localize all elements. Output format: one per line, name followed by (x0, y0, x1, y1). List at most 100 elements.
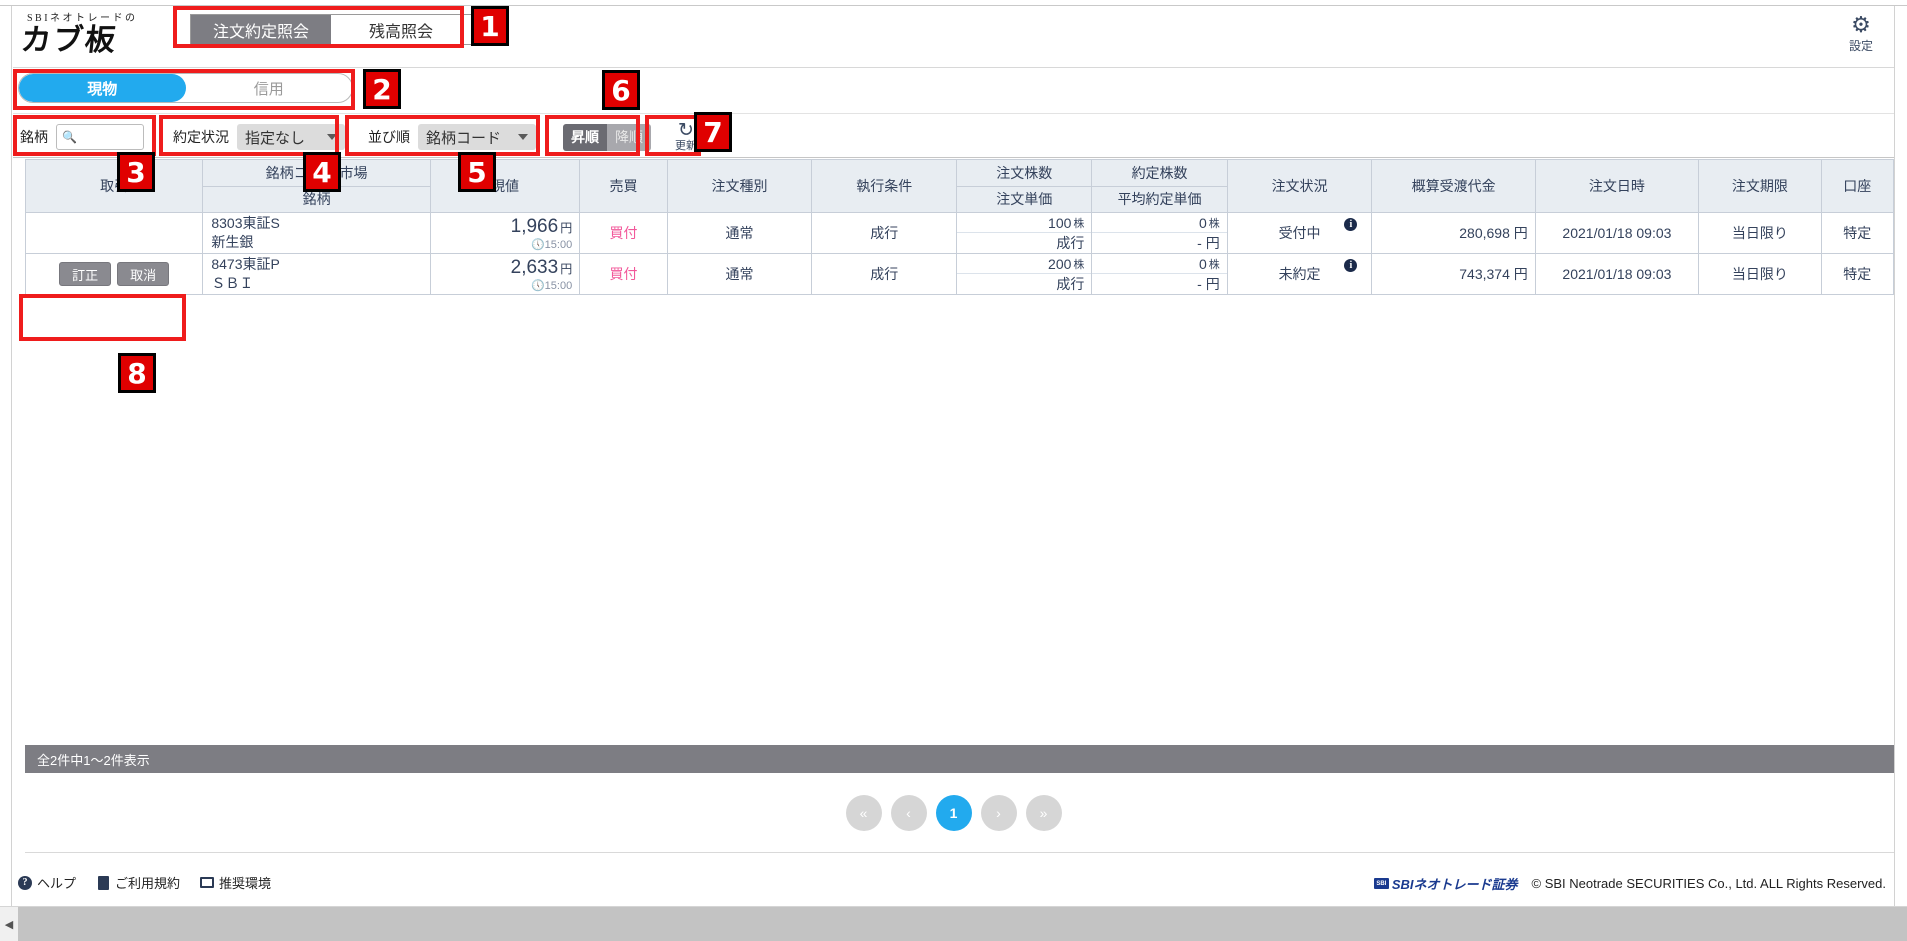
th-trade: 取引 (24, 159, 204, 213)
cell-exec-qty-price: 0株 - 円 (1091, 253, 1228, 295)
price-time-wrap: 🕔15:00 (531, 238, 572, 251)
pagination-first[interactable]: « (845, 795, 882, 831)
refresh-group: ↻ 更新 (665, 120, 707, 152)
status-filter-value: 指定なし (245, 129, 306, 147)
right-rail (1894, 6, 1907, 906)
exec-qty: 0 (1198, 255, 1207, 272)
footer-copyright-area: SBI SBIネオトレード証券 © SBI Neotrade SECURITIE… (1373, 874, 1886, 893)
orders-table: 取引 銘柄コード/市場 銘柄 現値 売買 注文種別 執行条件 注文株数 注文単価… (24, 159, 1895, 295)
cell-current-price: 1,966 円 🕔15:00 (429, 212, 581, 254)
side-value: 買付 (609, 266, 638, 282)
order-price: 成行 (1056, 235, 1085, 251)
stock-search-input[interactable] (79, 129, 138, 145)
th-order-datetime: 注文日時 (1534, 159, 1700, 213)
refresh-label: 更新 (675, 140, 697, 152)
cell-exec-qty-price: 0株 - 円 (1091, 212, 1228, 254)
refresh-button[interactable]: ↻ 更新 (665, 120, 707, 152)
cell-name: ＳＢＩ (211, 275, 254, 291)
pagination-last[interactable]: » (1025, 795, 1062, 831)
price-unit: 円 (560, 261, 573, 276)
order-qty-wrap: 100 株 (957, 213, 1092, 233)
cell-name: 新生銀 (211, 234, 254, 250)
status-filter-select[interactable]: 指定なし (237, 124, 345, 150)
th-avg-exec-price: 平均約定単価 (1117, 191, 1202, 208)
help-icon: ? (18, 875, 32, 890)
sort-filter-select[interactable]: 銘柄コード (418, 124, 536, 150)
table-row: 8303東証S 新生銀 1,966 円 🕔15:00 買付 通常 成行 100 … (24, 212, 1895, 254)
price-wrap: 2,633 円 🕔15:00 (431, 254, 579, 294)
cell-order-datetime: 2021/01/18 09:03 (1534, 253, 1700, 295)
segment-margin[interactable]: 信用 (186, 74, 353, 102)
code-name-wrap: 8473東証P ＳＢＩ (203, 254, 430, 294)
stock-filter-group: 銘柄 🔍 (20, 122, 144, 152)
cell-actions (24, 212, 204, 254)
price-time-wrap: 🕔15:00 (531, 279, 572, 292)
order-qty-unit: 株 (1073, 217, 1085, 230)
order-ascending-button[interactable]: 昇順 (563, 123, 607, 151)
th-order-qty-split: 注文株数 注文単価 (957, 160, 1092, 212)
page-header: SBIネオトレードの カブ板 注文約定照会 残高照会 ⚙ 設定 (13, 6, 1894, 68)
clock-icon: 🕔 (530, 238, 545, 251)
info-icon[interactable]: i (1344, 218, 1358, 231)
cell-order-qty-price: 100 株 成行 (956, 212, 1093, 254)
order-direction-group: 昇順 降順 (563, 122, 651, 152)
status-filter-group: 約定状況 指定なし (173, 122, 345, 152)
order-descending-button[interactable]: 降順 (607, 123, 651, 151)
exec-qty-wrap: 0株 (1092, 213, 1227, 233)
th-order-qty-price: 注文株数 注文単価 (956, 159, 1093, 213)
order-status-value: 未約定 (1278, 266, 1321, 282)
th-order-status: 注文状況 (1226, 159, 1373, 213)
th-exec-qty-price: 約定株数 平均約定単価 (1091, 159, 1228, 213)
order-qty-split: 100 株 成行 (957, 213, 1092, 253)
footer-link-terms[interactable]: ご利用規約 (96, 873, 180, 892)
cell-settlement-amount: 743,374 円 (1371, 253, 1536, 295)
cancel-order-button[interactable]: 取消 (117, 262, 170, 286)
pagination: « ‹ 1 › » (13, 773, 1894, 853)
logo-tagline: SBIネオトレードの (27, 13, 138, 24)
th-order-qty: 注文株数 (957, 160, 1092, 187)
price-time: 15:00 (544, 238, 573, 251)
clock-icon: 🕔 (530, 279, 545, 292)
exec-qty: 0 (1198, 214, 1207, 231)
exec-qty-split: 0株 - 円 (1092, 254, 1227, 294)
order-status-value: 受付中 (1278, 225, 1321, 241)
pagination-prev[interactable]: ‹ (890, 795, 927, 831)
price-value-wrap: 1,966 円 (511, 216, 573, 238)
footer-link-help[interactable]: ? ヘルプ (18, 873, 76, 892)
brand-logo: SBIネオトレードの カブ板 (19, 9, 191, 58)
content-bottom-divider (25, 852, 1894, 853)
edit-order-button[interactable]: 訂正 (59, 262, 112, 286)
settings-label: 設定 (1848, 39, 1873, 53)
th-order-expiry: 注文期限 (1698, 159, 1822, 213)
status-wrap: 受付中 i (1228, 213, 1372, 253)
cell-actions: 訂正 取消 (24, 253, 204, 295)
info-icon[interactable]: i (1344, 259, 1358, 272)
pagination-next[interactable]: › (980, 795, 1017, 831)
product-type-region: 現物 信用 (13, 68, 1894, 113)
tab-order-inquiry[interactable]: 注文約定照会 (191, 15, 331, 44)
status-filter-label: 約定状況 (173, 129, 229, 145)
settings-button[interactable]: ⚙ 設定 (1838, 14, 1884, 54)
cell-order-expiry: 当日限り (1698, 212, 1822, 254)
th-exec-condition: 執行条件 (811, 159, 958, 213)
tab-balance-inquiry[interactable]: 残高照会 (331, 15, 471, 44)
cell-code-market: 8303東証S (211, 215, 280, 231)
th-account: 口座 (1820, 159, 1895, 213)
scroll-left-arrow[interactable]: ◀ (0, 907, 18, 941)
refresh-icon: ↻ (678, 120, 694, 141)
stock-search-box[interactable]: 🔍 (56, 124, 144, 150)
segment-spot[interactable]: 現物 (19, 74, 186, 102)
main-content: 取引 銘柄コード/市場 銘柄 現値 売買 注文種別 執行条件 注文株数 注文単価… (13, 158, 1895, 738)
scrollbar-track[interactable] (18, 906, 1907, 941)
product-type-toggle: 現物 信用 (18, 73, 353, 103)
avg-exec-price: - 円 (1197, 235, 1220, 251)
footer-link-environment[interactable]: 推奨環境 (200, 873, 271, 892)
th-exec-qty: 約定株数 (1092, 160, 1227, 187)
table-header-row: 取引 銘柄コード/市場 銘柄 現値 売買 注文種別 執行条件 注文株数 注文単価… (24, 159, 1895, 213)
pagination-page-1[interactable]: 1 (935, 795, 972, 831)
footer-link-environment-label: 推奨環境 (219, 876, 272, 891)
cell-order-type: 通常 (666, 212, 813, 254)
horizontal-scrollbar[interactable]: ◀ (0, 906, 1907, 941)
cell-order-expiry: 当日限り (1698, 253, 1822, 295)
copyright-text: © SBI Neotrade SECURITIES Co., Ltd. ALL … (1531, 876, 1886, 891)
